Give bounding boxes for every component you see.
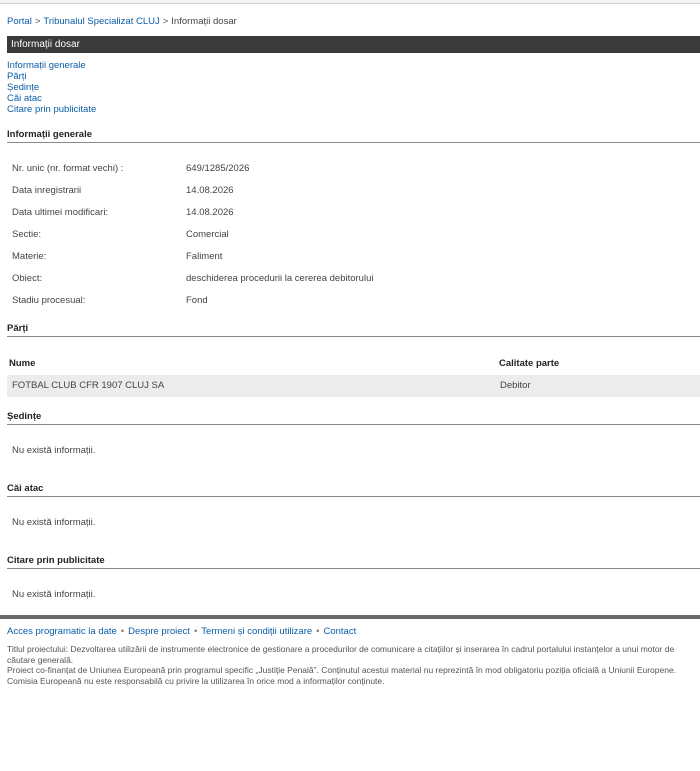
section-heading-sedinte: Ședințe: [7, 409, 700, 425]
footer-links: Acces programatic la date • Despre proiect…: [7, 626, 356, 637]
citare-empty-message: Nu există informații.: [12, 589, 96, 600]
cai-atac-empty-message: Nu există informații.: [12, 517, 96, 528]
info-value: 649/1285/2026: [186, 163, 250, 174]
section-heading-cai-atac: Căi atac: [7, 481, 700, 497]
breadcrumb-separator: >: [162, 16, 169, 27]
info-label: Nr. unic (nr. format vechi) :: [12, 163, 124, 174]
breadcrumb: Portal > Tribunalul Specializat CLUJ > Infor…: [7, 16, 237, 27]
footer-dot: •: [193, 626, 198, 637]
breadcrumb-portal-link[interactable]: Portal: [7, 16, 32, 27]
info-label: Data ultimei modificari:: [12, 207, 109, 218]
column-header-nume: Nume: [9, 358, 36, 369]
info-value: 14.08.2026: [186, 207, 234, 218]
section-anchor-links: Informații generale Părți Ședințe Căi at…: [7, 60, 96, 115]
footer-link-despre-proiect[interactable]: Despre proiect: [128, 626, 190, 637]
info-label: Obiect:: [12, 273, 43, 284]
footer-link-acces-programatic[interactable]: Acces programatic la date: [7, 626, 117, 637]
info-row: Obiect: deschiderea procedurii la cerere…: [12, 273, 700, 287]
footer-project-title: Titlul proiectului: Dezvoltarea utilizăr…: [7, 644, 675, 665]
breadcrumb-current: Informații dosar: [171, 16, 237, 27]
info-value: Fond: [186, 295, 208, 306]
info-row: Data inregistrarii 14.08.2026: [12, 185, 700, 199]
footer-dot: •: [316, 626, 320, 637]
footer-link-termeni[interactable]: Termeni și condiții utilizare: [201, 626, 312, 637]
anchor-link-parti[interactable]: Părți: [7, 71, 96, 82]
party-name: FOTBAL CLUB CFR 1907 CLUJ SA: [12, 380, 165, 391]
info-value: Comercial: [186, 229, 229, 240]
info-value: deschiderea procedurii la cererea debito…: [186, 273, 374, 284]
info-row: Stadiu procesual: Fond: [12, 295, 700, 309]
footer-disclaimer: Proiect co-finanțat de Uniunea Europeană…: [7, 665, 677, 686]
breadcrumb-separator: >: [34, 16, 41, 27]
info-row: Data ultimei modificari: 14.08.2026: [12, 207, 700, 221]
info-label: Data inregistrarii: [12, 185, 82, 196]
anchor-link-informatii-generale[interactable]: Informații generale: [7, 60, 96, 71]
info-label: Materie:: [12, 251, 47, 262]
footer-dot: •: [120, 626, 125, 637]
footer-text: Titlul proiectului: Dezvoltarea utilizăr…: [7, 644, 692, 686]
anchor-link-sedinte[interactable]: Ședințe: [7, 82, 96, 93]
section-heading-informatii-generale: Informații generale: [7, 127, 700, 143]
top-border: [0, 0, 700, 4]
info-row: Nr. unic (nr. format vechi) : 649/1285/2…: [12, 163, 700, 177]
sedinte-empty-message: Nu există informații.: [12, 445, 96, 456]
footer-divider: [0, 615, 700, 619]
footer-link-contact[interactable]: Contact: [323, 626, 356, 637]
section-heading-parti: Părți: [7, 321, 700, 337]
info-value: Faliment: [186, 251, 223, 262]
breadcrumb-court-link[interactable]: Tribunalul Specializat CLUJ: [43, 16, 159, 27]
anchor-link-citare[interactable]: Citare prin publicitate: [7, 104, 96, 115]
section-heading-citare: Citare prin publicitate: [7, 553, 700, 569]
info-row: Sectie: Comercial: [12, 229, 700, 243]
page-title-bar: Informații dosar: [7, 36, 700, 53]
anchor-link-cai-atac[interactable]: Căi atac: [7, 93, 96, 104]
party-role: Debitor: [500, 380, 531, 391]
info-label: Stadiu procesual:: [12, 295, 86, 306]
info-label: Sectie:: [12, 229, 42, 240]
column-header-calitate: Calitate parte: [499, 358, 560, 369]
info-value: 14.08.2026: [186, 185, 234, 196]
table-row: FOTBAL CLUB CFR 1907 CLUJ SA Debitor: [7, 375, 700, 397]
info-row: Materie: Faliment: [12, 251, 700, 265]
parti-table-header: Nume Calitate parte: [9, 358, 700, 372]
